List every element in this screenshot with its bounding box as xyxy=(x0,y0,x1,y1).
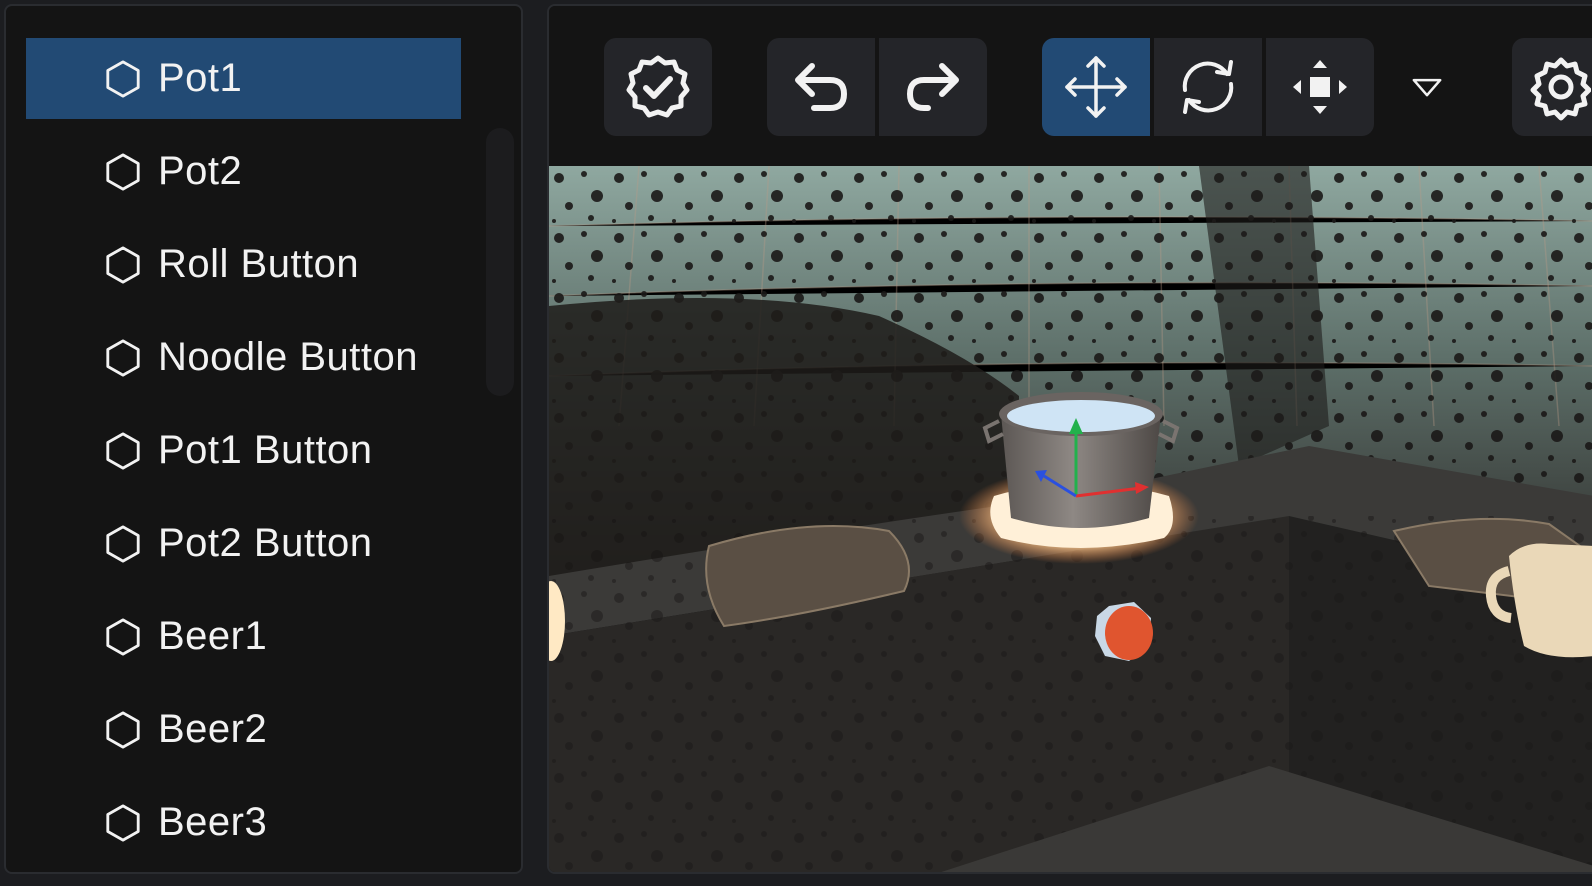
hierarchy-item-label: Roll Button xyxy=(158,242,360,286)
rotate-icon xyxy=(1182,60,1234,114)
hierarchy-item-label: Beer1 xyxy=(158,614,268,658)
hierarchy-item-roll-button[interactable]: Roll Button xyxy=(26,224,461,305)
viewport-toolbar xyxy=(549,6,1592,166)
gear-icon xyxy=(1530,57,1591,121)
hierarchy-item-beer1[interactable]: Beer1 xyxy=(26,596,461,677)
scene-viewport-panel xyxy=(547,4,1592,874)
hexagon-icon xyxy=(106,710,140,749)
hexagon-icon xyxy=(106,431,140,470)
redo-button[interactable] xyxy=(879,38,987,136)
hexagon-icon xyxy=(106,59,140,98)
hierarchy-item-pot1[interactable]: Pot1 xyxy=(26,38,461,119)
move-icon xyxy=(1065,56,1127,118)
verified-badge-icon xyxy=(626,55,690,118)
hierarchy-item-label: Pot2 xyxy=(158,149,243,193)
hexagon-icon xyxy=(106,524,140,563)
settings-button[interactable] xyxy=(1512,38,1592,136)
hexagon-icon xyxy=(106,245,140,284)
redo-icon xyxy=(906,63,959,111)
chevron-down-icon xyxy=(1412,78,1442,97)
hierarchy-item-noodle-button[interactable]: Noodle Button xyxy=(26,317,461,398)
hierarchy-item-pot2-button[interactable]: Pot2 Button xyxy=(26,503,461,584)
hierarchy-item-label: Beer3 xyxy=(158,800,268,844)
hexagon-icon xyxy=(106,338,140,377)
hierarchy-item-pot2[interactable]: Pot2 xyxy=(26,131,461,212)
hierarchy-panel: Pot1 Pot2 Roll Button Noodle Button Pot1… xyxy=(4,4,523,874)
rotate-tool-button[interactable] xyxy=(1154,38,1262,136)
hierarchy-item-label: Pot1 Button xyxy=(158,428,373,472)
hierarchy-item-label: Noodle Button xyxy=(158,335,419,379)
move-tool-button[interactable] xyxy=(1042,38,1150,136)
hierarchy-scrollbar[interactable] xyxy=(486,128,514,396)
undo-button[interactable] xyxy=(767,38,875,136)
pot1-model[interactable] xyxy=(982,392,1180,528)
undo-icon xyxy=(795,63,848,111)
hierarchy-item-label: Pot2 Button xyxy=(158,521,373,565)
hierarchy-item-pot1-button[interactable]: Pot1 Button xyxy=(26,410,461,491)
scale-icon xyxy=(1293,60,1347,114)
hierarchy-list: Pot1 Pot2 Roll Button Noodle Button Pot1… xyxy=(26,38,461,872)
hierarchy-item-beer2[interactable]: Beer2 xyxy=(26,689,461,770)
hierarchy-item-label: Beer2 xyxy=(158,707,268,751)
scale-tool-button[interactable] xyxy=(1266,38,1374,136)
hierarchy-item-beer3[interactable]: Beer3 xyxy=(26,782,461,863)
transform-mode-dropdown[interactable] xyxy=(1387,38,1467,136)
hierarchy-item-label: Pot1 xyxy=(158,56,243,100)
hexagon-icon xyxy=(106,617,140,656)
hexagon-icon xyxy=(106,152,140,191)
scene-view[interactable] xyxy=(549,166,1592,874)
verify-button[interactable] xyxy=(604,38,712,136)
hexagon-icon xyxy=(106,803,140,842)
